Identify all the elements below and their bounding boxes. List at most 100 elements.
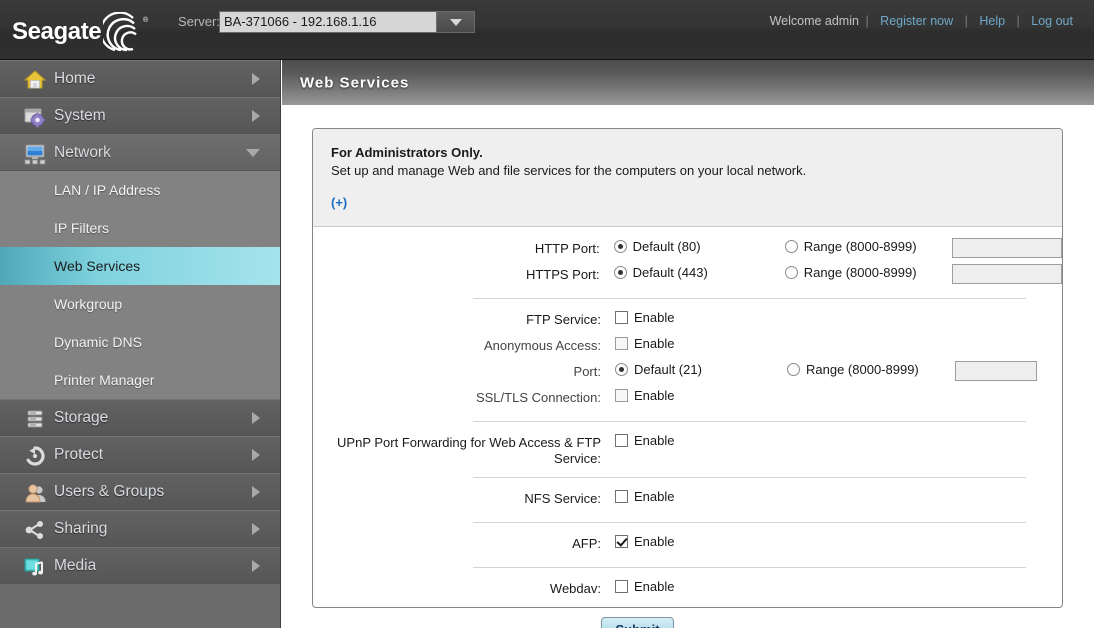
ftp-port-range-option[interactable]: Range (8000-8999) bbox=[781, 361, 949, 377]
sidebar-item-label-users-groups: Users & Groups bbox=[54, 482, 165, 500]
label-afp-enable: Enable bbox=[634, 534, 675, 549]
sidebar-subitem-label: LAN / IP Address bbox=[54, 182, 161, 198]
sidebar-item-label-protect: Protect bbox=[54, 445, 104, 463]
checkbox-nfs-service[interactable] bbox=[615, 490, 628, 503]
https-port-range-option[interactable]: Range (8000-8999) bbox=[779, 264, 946, 280]
http-port-range-option[interactable]: Range (8000-8999) bbox=[779, 238, 946, 254]
monitor-network-icon bbox=[20, 142, 50, 164]
svg-text:®: ® bbox=[143, 16, 149, 24]
webdav-enable-option[interactable]: Enable bbox=[609, 578, 781, 594]
radio-http-port-default[interactable] bbox=[613, 240, 627, 253]
sidebar-subitem-web-services[interactable]: Web Services bbox=[0, 247, 280, 285]
sidebar-item-system[interactable]: System bbox=[0, 97, 280, 134]
radio-http-port-range[interactable] bbox=[784, 240, 798, 253]
register-now-link[interactable]: Register now bbox=[880, 14, 953, 28]
sidebar-subitem-dynamic-dns[interactable]: Dynamic DNS bbox=[0, 323, 280, 361]
radio-https-port-default[interactable] bbox=[613, 266, 627, 279]
label-webdav: Webdav: bbox=[549, 581, 601, 596]
label-anonymous-access-enable: Enable bbox=[634, 336, 675, 351]
label-https-port: HTTPS Port: bbox=[525, 267, 600, 282]
anonymous-access-enable-option[interactable]: Enable bbox=[609, 335, 781, 351]
sidebar-item-storage[interactable]: Storage bbox=[0, 399, 280, 436]
chevron-down-icon[interactable] bbox=[436, 12, 474, 32]
brand-name: Seagate bbox=[12, 18, 102, 45]
checkbox-ftp-service[interactable] bbox=[615, 311, 628, 324]
submit-row: Submit bbox=[313, 617, 1062, 628]
sidebar-item-network[interactable]: Network bbox=[0, 134, 280, 171]
page-header: Web Services bbox=[282, 60, 1094, 108]
form-row-ssl-tls-connection: SSL/TLS Connection: Enable bbox=[313, 386, 1062, 412]
link-separator-1: | bbox=[865, 14, 869, 28]
nfs-enable-option[interactable]: Enable bbox=[609, 488, 781, 504]
sidebar-subitem-label: Dynamic DNS bbox=[54, 334, 142, 350]
expand-toggle[interactable]: (+) bbox=[331, 195, 347, 210]
divider-4 bbox=[473, 522, 1026, 523]
checkbox-upnp-port-forwarding[interactable] bbox=[615, 434, 628, 447]
sidebar-item-media[interactable]: Media bbox=[0, 547, 280, 584]
label-ftp-port-range: Range (8000-8999) bbox=[806, 362, 919, 377]
afp-enable-option[interactable]: Enable bbox=[609, 533, 781, 549]
log-out-link[interactable]: Log out bbox=[1031, 14, 1073, 28]
sidebar-item-users-groups[interactable]: Users & Groups bbox=[0, 473, 280, 510]
checkbox-ssl-tls-connection[interactable] bbox=[615, 389, 628, 402]
sidebar-item-label-sharing: Sharing bbox=[54, 519, 108, 537]
chevron-right-icon-system bbox=[252, 109, 260, 122]
label-anonymous-access: Anonymous Access: bbox=[483, 338, 601, 353]
checkbox-afp[interactable] bbox=[615, 535, 628, 548]
seagate-wave-logo-icon: ® bbox=[99, 11, 151, 52]
sidebar: Home System Network LAN / IP Address IP … bbox=[0, 60, 281, 628]
checkbox-anonymous-access[interactable] bbox=[615, 337, 628, 350]
https-port-range-input[interactable] bbox=[952, 264, 1062, 284]
chevron-right-icon-protect bbox=[252, 448, 260, 461]
ssl-tls-enable-option[interactable]: Enable bbox=[609, 387, 781, 403]
seagate-logo[interactable]: Seagate ® bbox=[12, 10, 172, 54]
sidebar-item-label-media: Media bbox=[54, 556, 97, 574]
sidebar-subitem-workgroup[interactable]: Workgroup bbox=[0, 285, 280, 323]
help-link[interactable]: Help bbox=[979, 14, 1005, 28]
submit-button[interactable]: Submit bbox=[601, 617, 674, 628]
form-row-webdav: Webdav: Enable bbox=[313, 577, 1062, 603]
sidebar-subitem-ip-filters[interactable]: IP Filters bbox=[0, 209, 280, 247]
chevron-right-icon-storage bbox=[252, 411, 260, 424]
radio-ftp-port-default[interactable] bbox=[615, 363, 628, 376]
divider-3 bbox=[473, 477, 1026, 478]
sidebar-item-home[interactable]: Home bbox=[0, 60, 280, 97]
form-row-afp: AFP: Enable bbox=[313, 532, 1062, 558]
form-row-ftp-service: FTP Service: Enable bbox=[313, 308, 1062, 334]
server-select[interactable]: BA-371066 - 192.168.1.16 bbox=[219, 11, 475, 33]
https-port-default-option[interactable]: Default (443) bbox=[608, 264, 779, 280]
radio-ftp-port-range[interactable] bbox=[787, 363, 800, 376]
admin-info-box: For Administrators Only. Set up and mana… bbox=[313, 129, 1062, 227]
ftp-port-range-input[interactable] bbox=[955, 361, 1037, 381]
upnp-enable-option[interactable]: Enable bbox=[609, 432, 781, 448]
label-upnp-enable: Enable bbox=[634, 433, 675, 448]
house-icon bbox=[20, 68, 50, 90]
http-port-default-option[interactable]: Default (80) bbox=[608, 238, 779, 254]
sidebar-item-label-storage: Storage bbox=[54, 408, 109, 426]
sidebar-item-label-system: System bbox=[54, 106, 106, 124]
sidebar-item-sharing[interactable]: Sharing bbox=[0, 510, 280, 547]
label-afp: AFP: bbox=[572, 536, 601, 551]
ftp-port-default-option[interactable]: Default (21) bbox=[609, 361, 781, 377]
label-nfs-service: NFS Service: bbox=[524, 491, 601, 506]
http-port-range-input[interactable] bbox=[952, 238, 1062, 258]
sidebar-subitem-label: Web Services bbox=[54, 258, 141, 274]
label-http-port-range: Range (8000-8999) bbox=[803, 239, 917, 254]
ftp-service-enable-option[interactable]: Enable bbox=[609, 309, 781, 325]
page-title: Web Services bbox=[300, 74, 410, 91]
disk-stack-icon bbox=[20, 407, 50, 429]
form-row-anonymous-access: Anonymous Access: Enable bbox=[313, 334, 1062, 360]
radio-https-port-range[interactable] bbox=[784, 266, 798, 279]
content-panel: For Administrators Only. Set up and mana… bbox=[312, 128, 1063, 628]
sidebar-subitem-printer-manager[interactable]: Printer Manager bbox=[0, 361, 280, 399]
sidebar-subitem-lan-ip-address[interactable]: LAN / IP Address bbox=[0, 171, 280, 209]
sidebar-subitem-label: Printer Manager bbox=[54, 372, 155, 388]
form-row-https-port: HTTPS Port: Default (443) Range (8000-89… bbox=[313, 263, 1062, 289]
checkbox-webdav[interactable] bbox=[615, 580, 628, 593]
label-ftp-service-enable: Enable bbox=[634, 310, 675, 325]
user-icon bbox=[20, 481, 50, 503]
divider-1 bbox=[473, 298, 1026, 299]
label-ssl-tls-enable: Enable bbox=[634, 388, 675, 403]
sidebar-item-protect[interactable]: Protect bbox=[0, 436, 280, 473]
label-ftp-service: FTP Service: bbox=[526, 312, 601, 327]
